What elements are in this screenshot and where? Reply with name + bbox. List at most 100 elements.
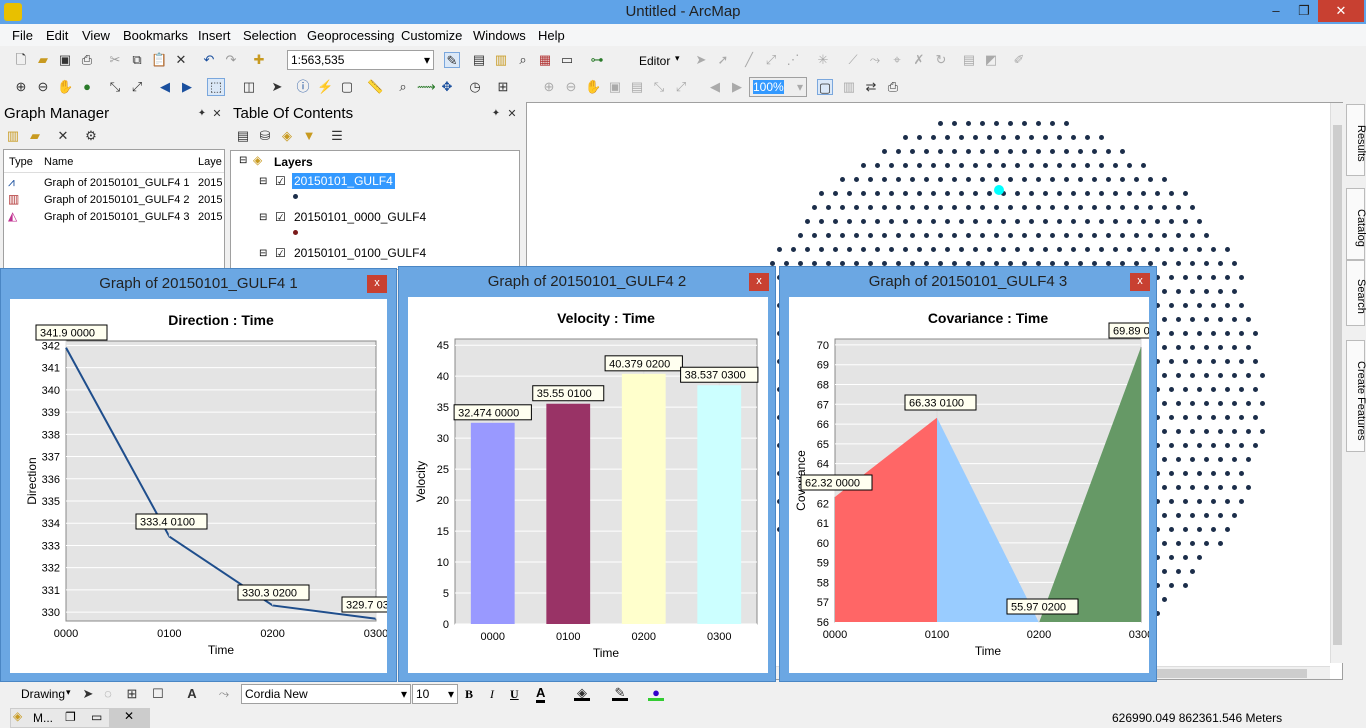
time-slider-icon[interactable]: ◷ bbox=[467, 79, 483, 95]
graph-window-3[interactable]: Graph of 20150101_GULF4 3 x Covariance :… bbox=[779, 266, 1162, 682]
graph-properties-icon[interactable]: ⚙ bbox=[83, 128, 99, 144]
list-by-source-icon[interactable]: ⛁ bbox=[257, 128, 273, 144]
layer-name[interactable]: 20150101_0000_GULF4 bbox=[294, 210, 426, 224]
change-layout-icon[interactable]: ⇄ bbox=[863, 79, 879, 95]
font-color-button[interactable]: A bbox=[536, 685, 546, 703]
pin-icon[interactable]: ✦ bbox=[488, 106, 504, 122]
close-icon[interactable]: ✕ bbox=[109, 709, 149, 727]
col-layer[interactable]: Laye bbox=[198, 156, 222, 168]
graph-close-button[interactable]: x bbox=[749, 273, 769, 291]
edit-vertices-icon[interactable]: ⟋ bbox=[845, 52, 861, 68]
delete-graph-icon[interactable]: ✕ bbox=[55, 128, 71, 144]
create-viewer-icon[interactable]: ⊞ bbox=[495, 79, 511, 95]
list-by-drawing-order-icon[interactable]: ▤ bbox=[235, 128, 251, 144]
focus-data-frame-icon[interactable]: ▥ bbox=[841, 79, 857, 95]
model-builder-icon[interactable]: ⊶ bbox=[589, 52, 605, 68]
open-folder-icon[interactable]: ▰ bbox=[35, 52, 51, 68]
open-graph-icon[interactable]: ▰ bbox=[27, 128, 43, 144]
cut-icon[interactable]: ✂ bbox=[107, 52, 123, 68]
tab-create-features[interactable]: Create Features bbox=[1346, 340, 1366, 452]
col-name[interactable]: Name bbox=[44, 156, 73, 168]
close-icon[interactable]: ✕ bbox=[504, 106, 520, 122]
layout-forward-icon[interactable]: ▶ bbox=[729, 79, 745, 95]
zoom-in-icon[interactable]: ⊕ bbox=[13, 79, 29, 95]
menu-edit[interactable]: Edit bbox=[46, 28, 68, 43]
restore-button[interactable]: ❐ bbox=[1290, 0, 1318, 22]
menu-help[interactable]: Help bbox=[538, 28, 565, 43]
graph-window-2[interactable]: Graph of 20150101_GULF4 2 x Velocity : T… bbox=[398, 266, 776, 682]
menu-geoprocessing[interactable]: Geoprocessing bbox=[307, 28, 394, 43]
menu-windows[interactable]: Windows bbox=[473, 28, 526, 43]
fixed-zoom-out-icon[interactable]: ⤢ bbox=[129, 79, 145, 95]
italic-button[interactable]: I bbox=[490, 687, 494, 702]
print-icon[interactable]: ⎙ bbox=[79, 52, 95, 68]
layout-pan-icon[interactable]: ✋ bbox=[585, 79, 601, 95]
trace-icon[interactable]: ⋰ bbox=[785, 52, 801, 68]
back-extent-icon[interactable]: ◀ bbox=[157, 79, 173, 95]
bold-button[interactable]: B bbox=[465, 687, 473, 702]
editor-toolbar-icon[interactable]: ✎ bbox=[444, 52, 460, 68]
rectangle-icon[interactable]: ☐ bbox=[150, 686, 166, 702]
layout-zoom-out-icon[interactable]: ⊖ bbox=[563, 79, 579, 95]
list-by-visibility-icon[interactable]: ◈ bbox=[279, 128, 295, 144]
graph-window-1[interactable]: Graph of 20150101_GULF4 1 x Direction : … bbox=[0, 268, 401, 682]
close-icon[interactable]: ✕ bbox=[209, 106, 225, 122]
map-scale-combo[interactable]: 1:563,535 ▾ bbox=[287, 50, 434, 70]
font-size-combo[interactable]: 10 ▾ bbox=[412, 684, 458, 704]
arctoolbox-icon[interactable]: ▦ bbox=[537, 52, 553, 68]
delete-icon[interactable]: ✕ bbox=[173, 52, 189, 68]
collapse-icon[interactable]: ⊟ bbox=[259, 248, 267, 259]
zoom-100-icon[interactable]: ▤ bbox=[629, 79, 645, 95]
list-item[interactable]: ▥ Graph of 20150101_GULF4 2 2015 bbox=[4, 192, 224, 209]
list-item[interactable]: ⩘ Graph of 20150101_GULF4 1 2015 bbox=[4, 175, 224, 192]
fixed-zoom-in-icon[interactable]: ⤡ bbox=[107, 79, 123, 95]
collapse-icon[interactable]: ⊟ bbox=[259, 176, 267, 187]
menu-insert[interactable]: Insert bbox=[198, 28, 231, 43]
undo-icon[interactable]: ↶ bbox=[201, 52, 217, 68]
vertical-scrollbar[interactable] bbox=[1330, 103, 1343, 663]
layout-zoom-combo[interactable]: 100% ▾ bbox=[749, 77, 807, 97]
new-graph-icon[interactable]: ▥ bbox=[5, 128, 21, 144]
collapse-icon[interactable]: ⊟ bbox=[259, 212, 267, 223]
hyperlink-icon[interactable]: ⚡ bbox=[317, 79, 333, 95]
menu-view[interactable]: View bbox=[82, 28, 110, 43]
find-route-icon[interactable]: ⟿ bbox=[417, 79, 436, 95]
sketch-properties-icon[interactable]: ◩ bbox=[983, 52, 999, 68]
toc-window-icon[interactable]: ▤ bbox=[471, 52, 487, 68]
menu-bookmarks[interactable]: Bookmarks bbox=[123, 28, 188, 43]
attributes-icon[interactable]: ▤ bbox=[961, 52, 977, 68]
tab-results[interactable]: Results bbox=[1346, 104, 1366, 176]
html-popup-icon[interactable]: ▢ bbox=[339, 79, 355, 95]
rotate-icon[interactable]: ◌ bbox=[100, 686, 116, 702]
split-icon[interactable]: ✗ bbox=[911, 52, 927, 68]
layout-back-icon[interactable]: ◀ bbox=[707, 79, 723, 95]
identify-icon[interactable]: ⓘ bbox=[295, 79, 311, 95]
paste-icon[interactable]: 📋 bbox=[151, 52, 167, 68]
restore-icon[interactable]: ❐ bbox=[65, 710, 76, 724]
layer-checkbox[interactable]: ☑ bbox=[275, 174, 286, 188]
marker-color-icon[interactable]: ● bbox=[648, 685, 664, 701]
select-elements-icon[interactable]: ➤ bbox=[80, 686, 96, 702]
editor-menu[interactable]: Editor bbox=[639, 54, 670, 68]
line-color-icon[interactable]: ✎ bbox=[612, 685, 628, 701]
endpoint-arc-icon[interactable]: ⤢ bbox=[763, 52, 779, 68]
fixed-zoom-layout-out-icon[interactable]: ⤢ bbox=[673, 79, 689, 95]
python-window-icon[interactable]: ▭ bbox=[559, 52, 575, 68]
maximize-icon[interactable]: ▭ bbox=[91, 710, 102, 724]
layout-zoom-in-icon[interactable]: ⊕ bbox=[541, 79, 557, 95]
new-document-icon[interactable]: 🗋 bbox=[13, 52, 29, 68]
drawing-menu[interactable]: Drawing bbox=[21, 687, 65, 701]
text-icon[interactable]: A bbox=[184, 686, 200, 702]
menu-customize[interactable]: Customize bbox=[401, 28, 462, 43]
toc-options-icon[interactable]: ☰ bbox=[329, 128, 345, 144]
tab-catalog[interactable]: Catalog bbox=[1346, 188, 1366, 260]
pin-icon[interactable]: ✦ bbox=[194, 106, 210, 122]
close-button[interactable]: ✕ bbox=[1318, 0, 1364, 22]
layers-root[interactable]: Layers bbox=[274, 155, 313, 169]
layer-name[interactable]: 20150101_0100_GULF4 bbox=[294, 246, 426, 260]
forward-extent-icon[interactable]: ▶ bbox=[179, 79, 195, 95]
cut-polygons-icon[interactable]: ⌖ bbox=[889, 52, 905, 68]
clear-selection-icon[interactable]: ◫ bbox=[241, 79, 257, 95]
edit-tool-icon[interactable]: ➤ bbox=[693, 52, 709, 68]
graph-close-button[interactable]: x bbox=[367, 275, 387, 293]
